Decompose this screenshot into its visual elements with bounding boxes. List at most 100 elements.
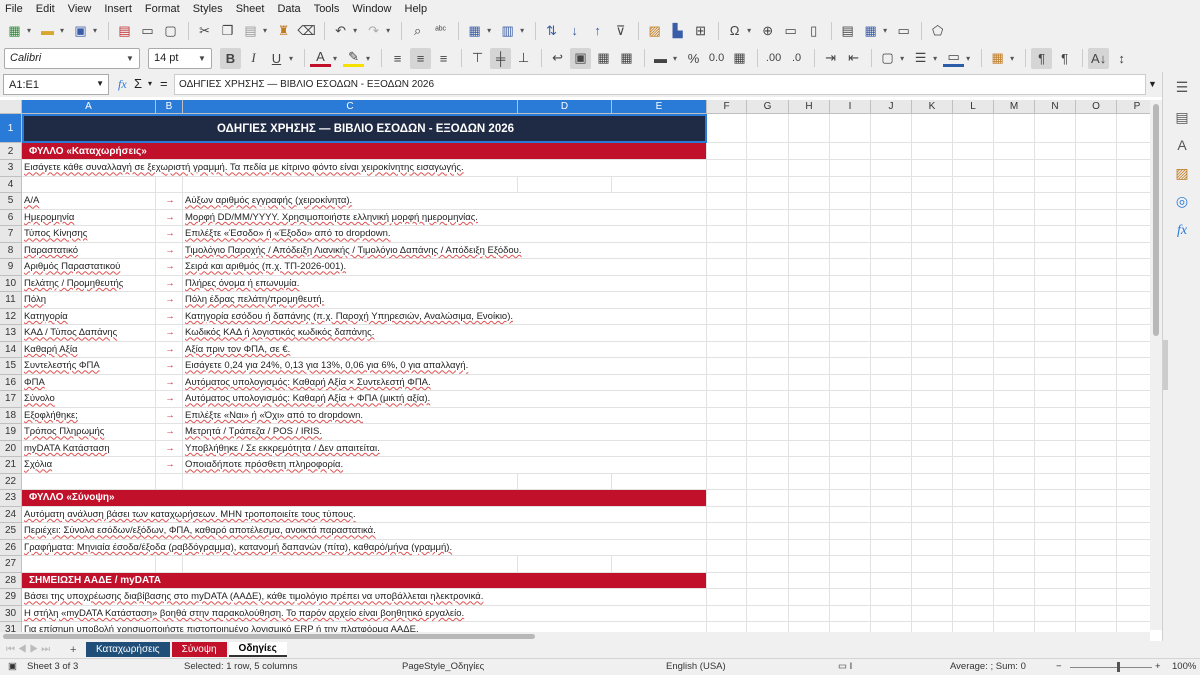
empty-cell[interactable] [707,506,747,523]
empty-cell[interactable] [789,506,830,523]
increase-indent-icon[interactable]: ⇥ [820,48,841,69]
empty-cell[interactable] [953,589,994,606]
empty-cell[interactable] [1076,160,1117,177]
empty-cell[interactable] [994,358,1035,375]
empty-cell[interactable] [830,424,871,441]
empty-cell[interactable] [830,358,871,375]
empty-cell[interactable] [912,325,953,342]
empty-cell[interactable] [707,424,747,441]
empty-cell[interactable] [871,473,912,490]
empty-cell[interactable] [747,358,789,375]
empty-cell[interactable] [1117,441,1150,457]
empty-cell[interactable] [789,490,830,507]
empty-cell[interactable] [953,292,994,309]
empty-cell[interactable] [994,539,1035,556]
empty-cell[interactable] [707,193,747,210]
sum-status[interactable]: Average: ; Sum: 0 [950,661,1026,672]
row-header[interactable]: 16 [0,374,22,391]
borders-icon[interactable]: ▢ [877,48,898,69]
empty-cell[interactable] [953,308,994,325]
empty-cell[interactable] [830,143,871,160]
empty-cell[interactable] [1035,490,1076,507]
section-header-cell[interactable]: ΣΗΜΕΙΩΣΗ ΑΑΔΕ / myDATA [22,572,707,589]
menu-item-help[interactable]: Help [405,3,428,15]
empty-cell[interactable] [707,539,747,556]
empty-cell[interactable] [1035,424,1076,441]
empty-cell[interactable] [789,209,830,226]
horizontal-scroll-thumb[interactable] [3,634,535,639]
functions-icon[interactable]: fx [1173,222,1191,240]
column-header-l[interactable]: L [953,100,994,114]
headers-footers-icon[interactable]: ▯ [803,20,824,41]
empty-cell[interactable] [747,589,789,606]
empty-cell[interactable] [1076,325,1117,342]
empty-cell[interactable] [1076,143,1117,160]
empty-cell[interactable] [912,473,953,490]
empty-cell[interactable] [994,259,1035,276]
empty-cell[interactable] [994,226,1035,243]
empty-cell[interactable] [953,226,994,243]
empty-cell[interactable] [912,556,953,573]
unmerge-cells-icon[interactable]: ▦ [616,48,637,69]
row-header[interactable]: 21 [0,457,22,474]
empty-cell[interactable] [707,473,747,490]
column-dropdown-icon[interactable]: ▾ [520,26,524,35]
empty-cell[interactable] [1117,540,1150,556]
empty-cell[interactable] [994,275,1035,292]
font-color-dropdown-icon[interactable]: ▾ [333,54,337,63]
print-icon[interactable]: ▭ [137,20,158,41]
spreadsheet-grid[interactable]: A B C D E F G H I J K L M N O P 1 ΟΔΗΓΙΕΣ ΧΡΗΣΗΣ — ΒΙΒΛΙΟ… [0,100,1150,633]
underline-icon[interactable]: U [266,48,287,69]
section-header-cell[interactable]: ΦΥΛΛΟ «Καταχωρήσεις» [22,143,707,160]
empty-cell[interactable] [1035,391,1076,408]
empty-cell[interactable] [518,473,612,490]
border-color-icon[interactable]: ▭ [943,49,965,67]
empty-cell[interactable] [953,440,994,457]
empty-cell[interactable] [871,539,912,556]
empty-cell[interactable] [1076,473,1117,490]
empty-cell[interactable] [1076,556,1117,573]
empty-cell[interactable] [871,143,912,160]
empty-cell[interactable] [953,407,994,424]
empty-cell[interactable] [871,506,912,523]
empty-cell[interactable] [1076,457,1117,474]
empty-cell[interactable] [830,209,871,226]
field-description-cell[interactable]: Επιλέξτε «Έσοδο» ή «Έξοδο» από το dropdo… [183,226,707,243]
menu-item-view[interactable]: View [68,3,92,15]
empty-cell[interactable] [953,506,994,523]
empty-cell[interactable] [707,556,747,573]
empty-cell[interactable] [871,341,912,358]
column-header-j[interactable]: J [871,100,912,114]
empty-cell[interactable] [912,523,953,540]
row-header[interactable]: 3 [0,160,22,177]
styles-icon[interactable]: A [1173,136,1191,154]
empty-cell[interactable] [1117,342,1150,358]
empty-cell[interactable] [707,176,747,193]
copy-icon[interactable]: ❐ [217,20,238,41]
empty-cell[interactable] [871,114,912,143]
empty-cell[interactable] [747,556,789,573]
field-name-cell[interactable]: Τύπος Κίνησης [22,226,156,243]
empty-cell[interactable] [994,605,1035,622]
empty-cell[interactable] [1076,114,1117,143]
empty-cell[interactable] [830,572,871,589]
empty-cell[interactable] [830,374,871,391]
arrow-cell[interactable]: → [156,242,183,259]
empty-cell[interactable] [612,176,707,193]
text-cell[interactable]: Βάσει της υποχρέωσης διαβίβασης στο myDA… [22,589,707,606]
empty-cell[interactable] [871,490,912,507]
font-name-combobox[interactable]: Calibri ▼ [4,47,140,69]
field-description-cell[interactable]: Οποιαδήποτε πρόσθετη πληροφορία. [183,457,707,474]
empty-cell[interactable] [953,209,994,226]
empty-cell[interactable] [1117,143,1150,160]
empty-cell[interactable] [871,407,912,424]
empty-cell[interactable] [518,556,612,573]
merge-center-icon[interactable]: ▣ [570,47,592,69]
empty-cell[interactable] [789,176,830,193]
empty-cell[interactable] [747,325,789,342]
empty-cell[interactable] [994,114,1035,143]
empty-cell[interactable] [1035,325,1076,342]
field-description-cell[interactable]: Αυτόματος υπολογισμός: Καθαρή Αξία + ΦΠΑ… [183,391,707,408]
column-header-k[interactable]: K [912,100,953,114]
empty-cell[interactable] [953,143,994,160]
